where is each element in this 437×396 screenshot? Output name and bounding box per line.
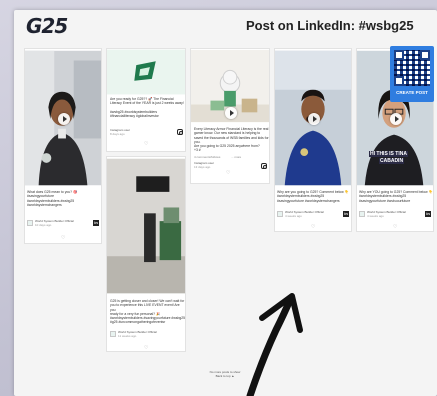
back-to-top-link[interactable]: Back to top ▲ xyxy=(180,374,270,378)
feed-footer: No more posts to show Back to top ▲ xyxy=(180,370,270,378)
hand-drawn-arrow xyxy=(246,293,303,396)
stage: G25 Post on LinkedIn: #wsbg25 What does … xyxy=(0,0,437,396)
